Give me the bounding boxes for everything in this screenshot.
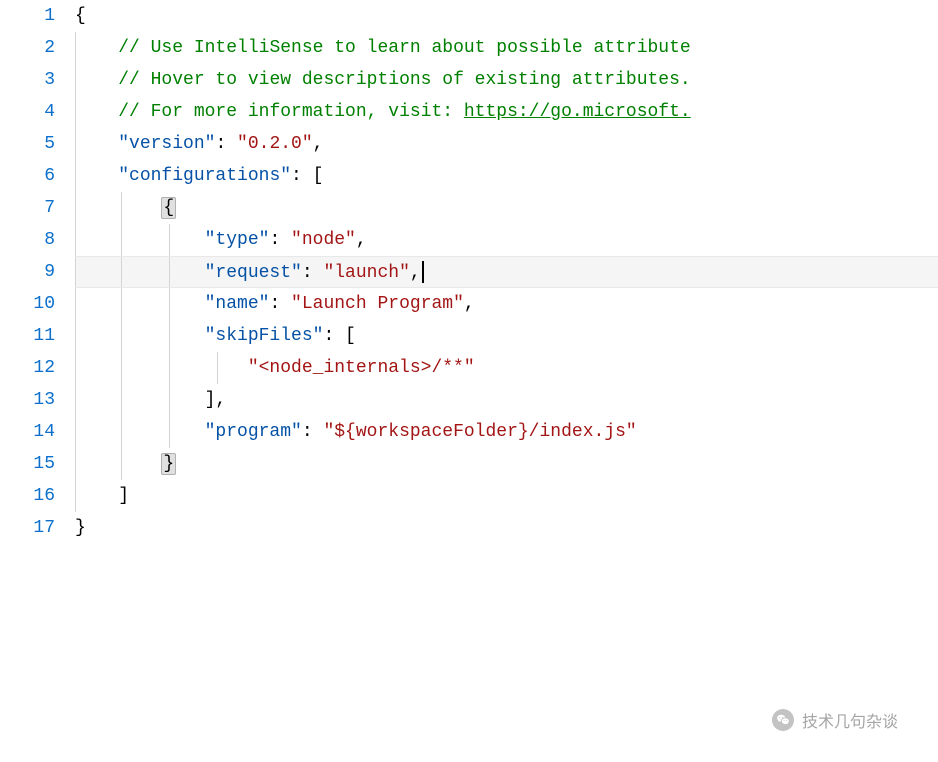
line-number-gutter: 1 2 3 4 5 6 7 8 9 10 11 12 13 14 15 16 1… xyxy=(0,0,75,762)
line-number: 1 xyxy=(0,0,55,32)
code-line[interactable]: "<node_internals>/**" xyxy=(75,352,938,384)
code-line[interactable]: "type": "node", xyxy=(75,224,938,256)
line-number: 7 xyxy=(0,192,55,224)
code-line[interactable]: ], xyxy=(75,384,938,416)
json-string: "${workspaceFolder}/index.js" xyxy=(323,422,636,442)
json-string: "0.2.0" xyxy=(237,134,313,154)
line-number: 14 xyxy=(0,416,55,448)
code-line[interactable]: // Hover to view descriptions of existin… xyxy=(75,64,938,96)
line-number: 9 xyxy=(0,256,55,288)
code-comment: // For more information, visit: xyxy=(118,102,464,122)
json-property: "type" xyxy=(205,230,270,250)
code-line[interactable]: { xyxy=(75,0,938,32)
code-line[interactable]: "program": "${workspaceFolder}/index.js" xyxy=(75,416,938,448)
code-line[interactable]: // For more information, visit: https://… xyxy=(75,96,938,128)
code-comment: // Hover to view descriptions of existin… xyxy=(118,70,691,90)
code-link[interactable]: https://go.microsoft. xyxy=(464,102,691,122)
brace-close-highlighted: } xyxy=(161,453,176,475)
json-property: "skipFiles" xyxy=(205,326,324,346)
line-number: 11 xyxy=(0,320,55,352)
line-number: 12 xyxy=(0,352,55,384)
json-string: "node" xyxy=(291,230,356,250)
line-number: 16 xyxy=(0,480,55,512)
json-string: "Launch Program" xyxy=(291,294,464,314)
watermark: 技术几句杂谈 xyxy=(772,708,898,732)
json-property: "version" xyxy=(118,134,215,154)
line-number: 15 xyxy=(0,448,55,480)
code-editor[interactable]: 1 2 3 4 5 6 7 8 9 10 11 12 13 14 15 16 1… xyxy=(0,0,938,762)
line-number: 17 xyxy=(0,512,55,544)
code-line[interactable]: ] xyxy=(75,480,938,512)
line-number: 13 xyxy=(0,384,55,416)
json-property: "name" xyxy=(205,294,270,314)
code-content[interactable]: { // Use IntelliSense to learn about pos… xyxy=(75,0,938,762)
brace-open-highlighted: { xyxy=(161,197,176,219)
line-number: 4 xyxy=(0,96,55,128)
json-property: "program" xyxy=(205,422,302,442)
json-property: "request" xyxy=(205,263,302,283)
json-string: "<node_internals>/**" xyxy=(248,358,475,378)
code-line[interactable]: "configurations": [ xyxy=(75,160,938,192)
code-comment: // Use IntelliSense to learn about possi… xyxy=(118,38,691,58)
code-line[interactable]: "version": "0.2.0", xyxy=(75,128,938,160)
line-number: 8 xyxy=(0,224,55,256)
code-line[interactable]: { xyxy=(75,192,938,224)
wechat-icon xyxy=(772,709,794,731)
code-line[interactable]: "name": "Launch Program", xyxy=(75,288,938,320)
line-number: 2 xyxy=(0,32,55,64)
code-line[interactable]: } xyxy=(75,448,938,480)
code-line[interactable]: } xyxy=(75,512,938,544)
watermark-text: 技术几句杂谈 xyxy=(802,708,898,732)
line-number: 6 xyxy=(0,160,55,192)
json-property: "configurations" xyxy=(118,166,291,186)
line-number: 3 xyxy=(0,64,55,96)
line-number: 10 xyxy=(0,288,55,320)
line-number: 5 xyxy=(0,128,55,160)
code-line-active[interactable]: "request": "launch", xyxy=(75,256,938,288)
code-line[interactable]: // Use IntelliSense to learn about possi… xyxy=(75,32,938,64)
text-cursor xyxy=(422,261,424,283)
code-line[interactable]: "skipFiles": [ xyxy=(75,320,938,352)
json-string: "launch" xyxy=(323,263,409,283)
